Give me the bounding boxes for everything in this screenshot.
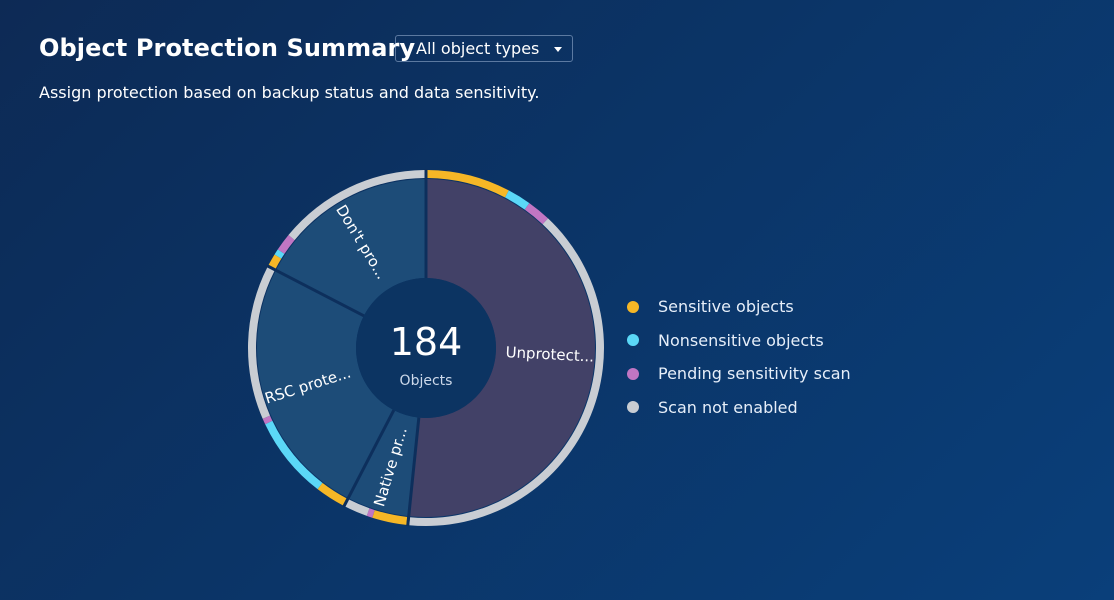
legend-label-sensitive: Sensitive objects	[658, 297, 794, 317]
legend-dot-pending	[627, 367, 639, 380]
chart-legend: Sensitive objects Nonsensitive objects P…	[624, 290, 851, 424]
legend-item-nonsensitive[interactable]: Nonsensitive objects	[624, 324, 851, 358]
legend-item-pending[interactable]: Pending sensitivity scan	[624, 357, 851, 391]
legend-dot-sensitive	[627, 300, 639, 313]
legend-dot-not-enabled	[627, 401, 639, 414]
legend-label-pending: Pending sensitivity scan	[658, 364, 851, 384]
legend-item-sensitive[interactable]: Sensitive objects	[624, 290, 851, 324]
legend-item-not-enabled[interactable]: Scan not enabled	[624, 391, 851, 425]
center-total-label: Objects	[400, 373, 453, 389]
legend-dot-nonsensitive	[627, 334, 639, 347]
legend-label-not-enabled: Scan not enabled	[658, 397, 798, 417]
legend-label-nonsensitive: Nonsensitive objects	[658, 330, 824, 350]
center-total-value: 184	[390, 320, 463, 364]
protection-donut-chart: 184 Objects Unprotect...Native pr...RSC …	[248, 169, 604, 527]
